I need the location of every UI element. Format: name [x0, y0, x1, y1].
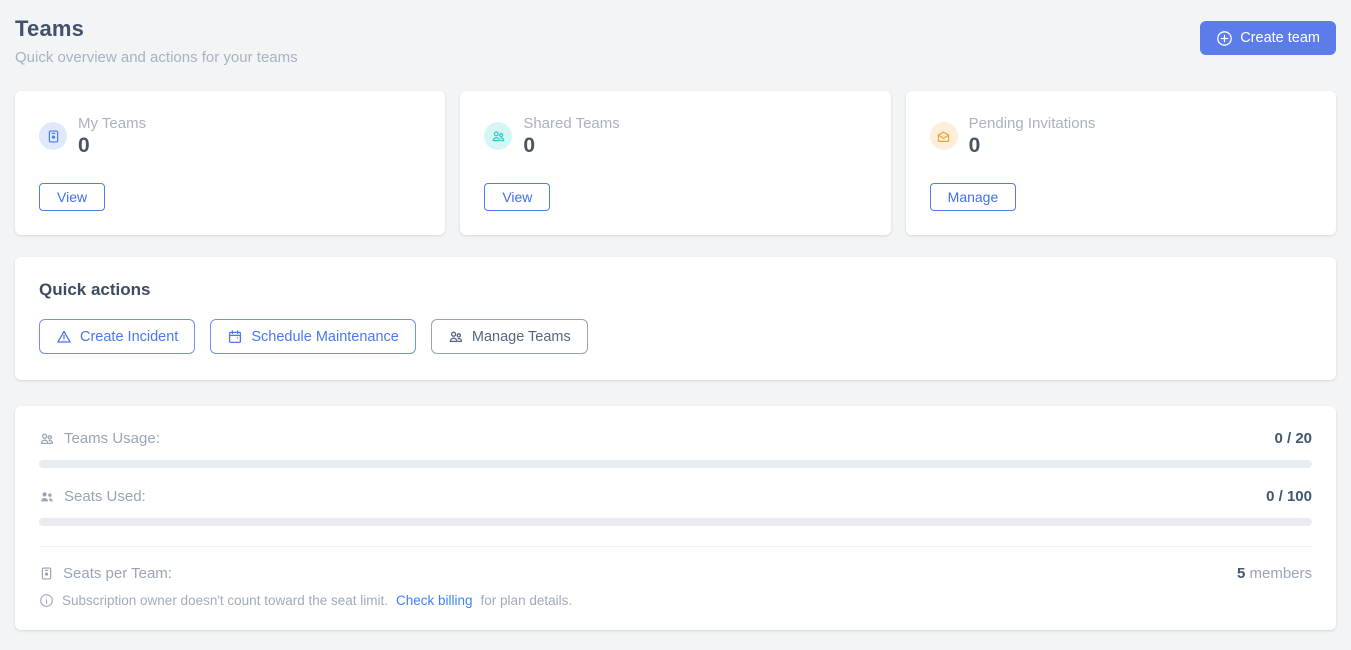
schedule-maintenance-label: Schedule Maintenance [251, 329, 399, 345]
seat-limit-note: Subscription owner doesn't count toward … [39, 593, 1312, 608]
pending-invitations-stat: Pending Invitations 0 [930, 115, 1312, 157]
seats-used-progressbar [39, 518, 1312, 526]
page-title: Teams [15, 16, 298, 42]
create-team-button[interactable]: Create team [1200, 21, 1336, 55]
users-filled-icon [39, 489, 55, 505]
teams-usage-value: 0 / 20 [1274, 430, 1312, 447]
create-incident-label: Create Incident [80, 329, 178, 345]
my-teams-stat: My Teams 0 [39, 115, 421, 157]
calendar-icon [227, 329, 243, 345]
stat-label: Shared Teams [523, 115, 619, 132]
envelope-open-icon [930, 122, 958, 150]
seats-used-label-group: Seats Used: [39, 488, 146, 505]
quick-actions-card: Quick actions Create Incident [15, 257, 1336, 380]
note-text: Subscription owner doesn't count toward … [62, 593, 388, 608]
teams-usage-row: Teams Usage: 0 / 20 [39, 430, 1312, 447]
teams-usage-label-group: Teams Usage: [39, 430, 160, 447]
users-icon [39, 431, 55, 447]
page-subtitle: Quick overview and actions for your team… [15, 49, 298, 66]
seats-per-team-row: Seats per Team: 5 members [39, 565, 1312, 582]
users-icon [448, 329, 464, 345]
my-teams-view-button[interactable]: View [39, 183, 105, 211]
page-header: Teams Quick overview and actions for you… [15, 13, 1336, 66]
my-teams-card: My Teams 0 View [15, 91, 445, 235]
teams-usage-label: Teams Usage: [64, 430, 160, 447]
usage-card: Teams Usage: 0 / 20 Seats Used: 0 / 100 [15, 406, 1336, 630]
manage-teams-label: Manage Teams [472, 329, 571, 345]
plus-circle-icon [1216, 30, 1233, 47]
pending-invitations-text: Pending Invitations 0 [969, 115, 1096, 157]
schedule-maintenance-button[interactable]: Schedule Maintenance [210, 319, 416, 354]
teams-usage-progressbar [39, 460, 1312, 468]
seats-used-row: Seats Used: 0 / 100 [39, 488, 1312, 505]
pending-invitations-manage-button[interactable]: Manage [930, 183, 1017, 211]
create-incident-button[interactable]: Create Incident [39, 319, 195, 354]
manage-teams-button[interactable]: Manage Teams [431, 319, 588, 354]
shared-teams-text: Shared Teams 0 [523, 115, 619, 157]
warning-icon [56, 329, 72, 345]
pending-invitations-card: Pending Invitations 0 Manage [906, 91, 1336, 235]
seats-per-team-label-group: Seats per Team: [39, 565, 172, 582]
stat-value: 0 [78, 135, 146, 157]
id-badge-icon [39, 566, 54, 581]
stat-value: 0 [523, 135, 619, 157]
users-icon [484, 122, 512, 150]
create-team-label: Create team [1240, 30, 1320, 46]
stat-label: Pending Invitations [969, 115, 1096, 132]
check-billing-link[interactable]: Check billing [396, 593, 473, 608]
stat-value: 0 [969, 135, 1096, 157]
quick-actions-title: Quick actions [39, 280, 1312, 300]
shared-teams-card: Shared Teams 0 View [460, 91, 890, 235]
page-header-text: Teams Quick overview and actions for you… [15, 13, 298, 66]
my-teams-text: My Teams 0 [78, 115, 146, 157]
shared-teams-stat: Shared Teams 0 [484, 115, 866, 157]
stat-label: My Teams [78, 115, 146, 132]
stat-cards-row: My Teams 0 View Shared Teams [15, 91, 1336, 235]
seats-used-value: 0 / 100 [1266, 488, 1312, 505]
seats-used-label: Seats Used: [64, 488, 146, 505]
seats-per-team-value: 5 members [1237, 565, 1312, 582]
info-icon [39, 593, 54, 608]
teams-page: Teams Quick overview and actions for you… [0, 0, 1351, 650]
seats-per-team-number: 5 [1237, 565, 1245, 582]
quick-actions-buttons: Create Incident Schedule Maintenance [39, 319, 1312, 354]
seats-per-team-label: Seats per Team: [63, 565, 172, 582]
seats-per-team-unit: members [1249, 565, 1312, 582]
id-badge-icon [39, 122, 67, 150]
note-suffix: for plan details. [481, 593, 573, 608]
usage-divider [39, 546, 1312, 547]
shared-teams-view-button[interactable]: View [484, 183, 550, 211]
